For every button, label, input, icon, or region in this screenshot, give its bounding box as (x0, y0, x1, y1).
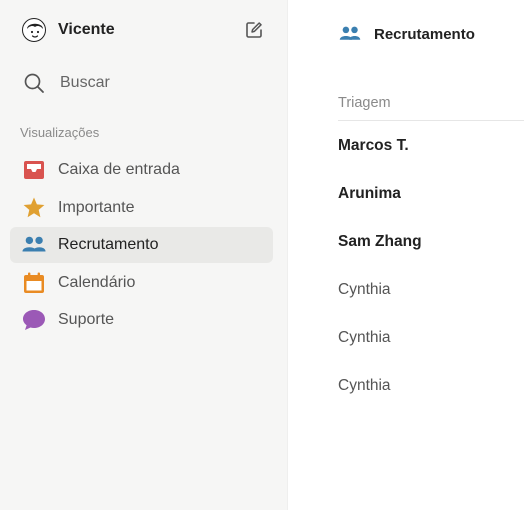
sidebar-item-caixa-de-entrada[interactable]: Caixa de entrada (10, 152, 273, 188)
user-row: Vicente (22, 16, 265, 44)
sidebar-item-suporte[interactable]: Suporte (10, 302, 273, 338)
sidebar-item-label: Suporte (58, 311, 115, 328)
sidebar-item-label: Importante (58, 198, 135, 216)
sidebar-item-label: Caixa de entrada (58, 161, 180, 178)
search-button[interactable]: Buscar (22, 70, 262, 96)
search-icon (22, 71, 46, 95)
people-icon (338, 22, 362, 46)
list-item[interactable]: Arunima (338, 170, 524, 218)
views-nav: Caixa de entrada Importante Recrutamento… (10, 152, 273, 340)
group-header: Triagem (338, 95, 524, 121)
sidebar-item-calendario[interactable]: Calendário (10, 265, 273, 301)
username: Vicente (58, 21, 115, 38)
sidebar-item-label: Recrutamento (58, 236, 159, 253)
app-window: Vicente Buscar Visualizações Caixa de en… (0, 0, 524, 510)
inbox-icon (22, 158, 46, 182)
sidebar-item-recrutamento[interactable]: Recrutamento (10, 227, 273, 263)
list-item[interactable]: Sam Zhang (338, 218, 524, 266)
list-item[interactable]: Cynthia (338, 314, 524, 362)
calendar-icon (22, 271, 46, 295)
compose-icon[interactable] (243, 19, 265, 41)
page-header: Recrutamento (338, 22, 475, 46)
main-panel: Recrutamento Triagem Marcos T. Arunima S… (288, 0, 524, 510)
page-title: Recrutamento (374, 25, 475, 43)
list-item[interactable]: Marcos T. (338, 122, 524, 170)
candidate-list: Marcos T. Arunima Sam Zhang Cynthia Cynt… (338, 122, 524, 410)
section-title: Visualizações (20, 125, 100, 140)
people-icon (22, 233, 46, 257)
list-item[interactable]: Cynthia (338, 266, 524, 314)
chat-bubble-icon (22, 308, 46, 332)
list-item[interactable]: Cynthia (338, 362, 524, 410)
star-icon (22, 196, 46, 220)
sidebar-item-label: Calendário (58, 273, 136, 291)
sidebar-item-importante[interactable]: Importante (10, 190, 273, 226)
sidebar: Vicente Buscar Visualizações Caixa de en… (0, 0, 288, 510)
avatar-icon[interactable] (22, 18, 46, 42)
search-label: Buscar (60, 74, 110, 91)
